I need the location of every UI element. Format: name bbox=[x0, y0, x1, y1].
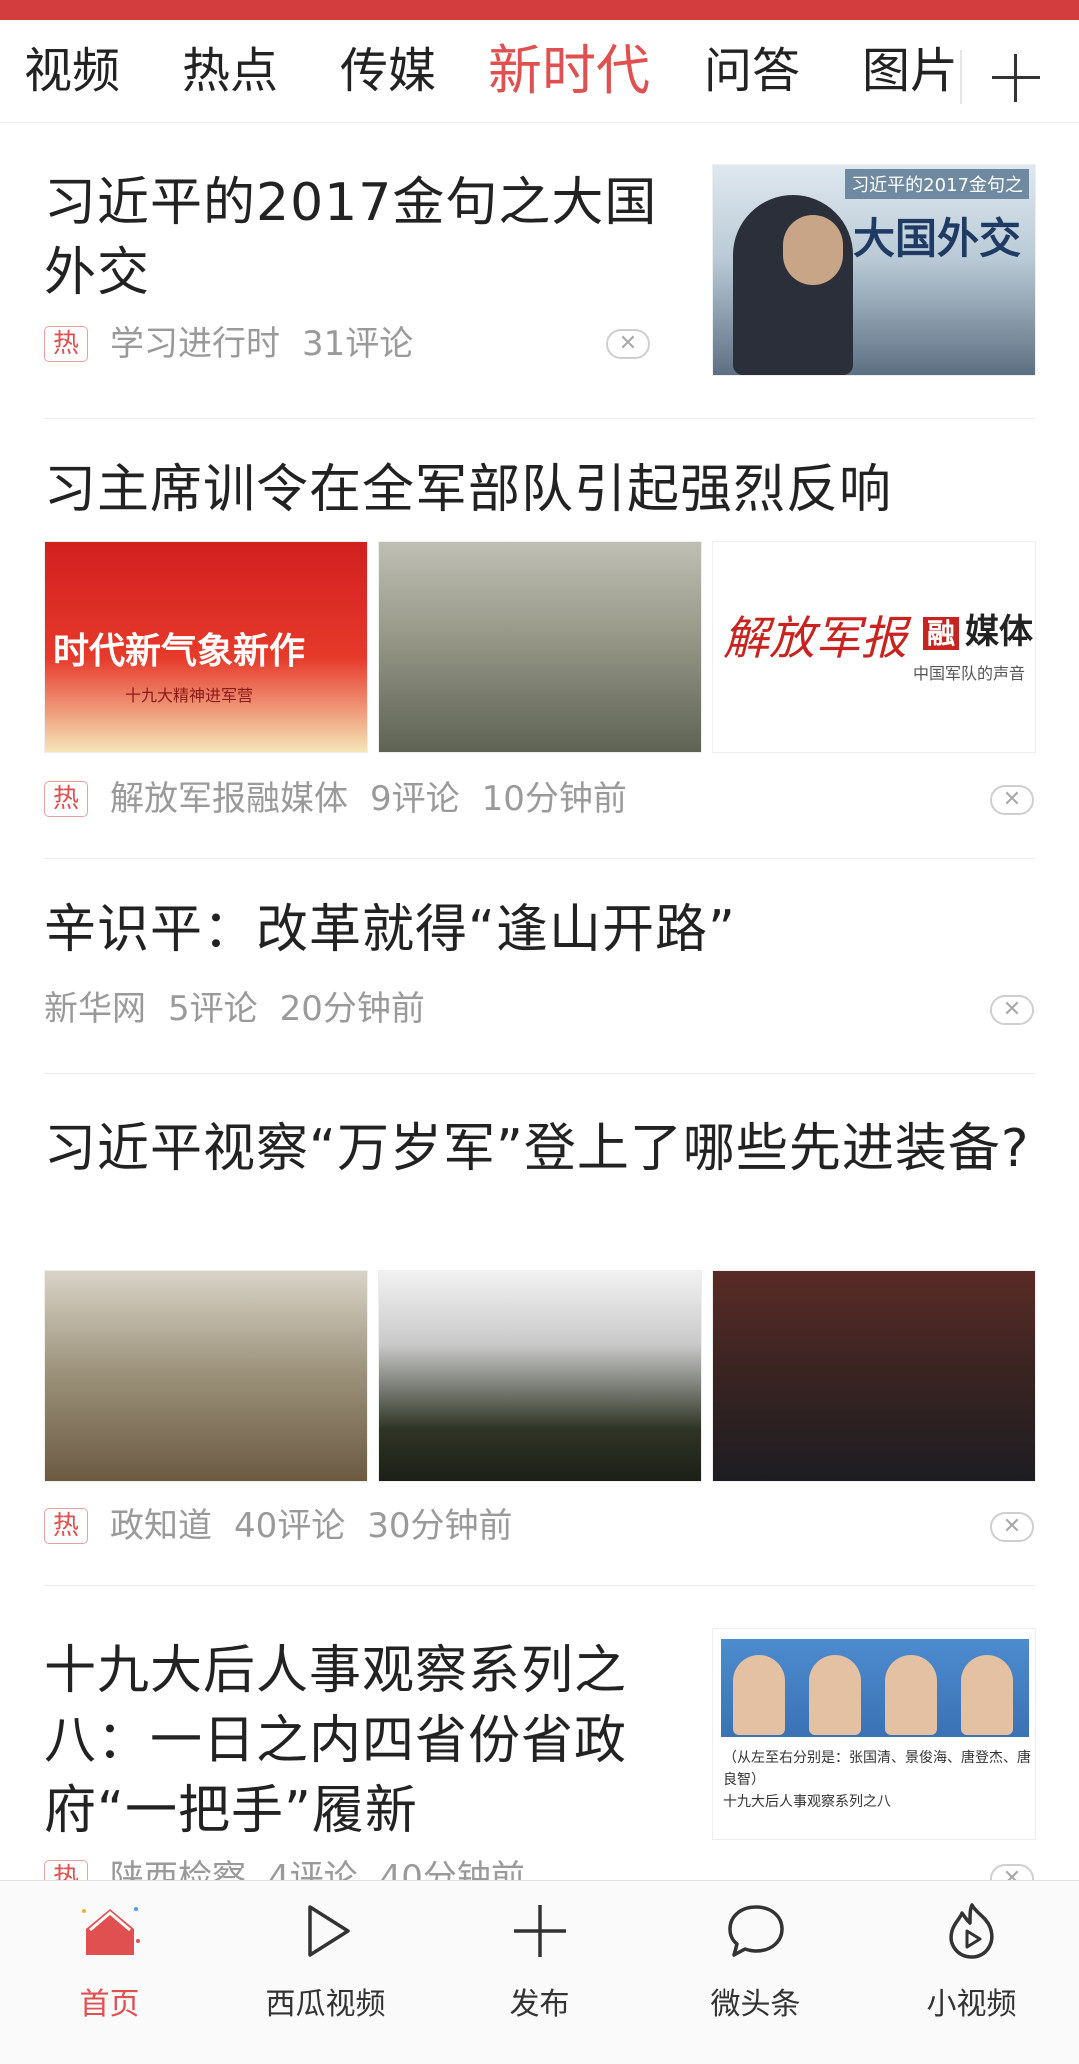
article-title[interactable]: 辛识平：改革就得“逢山开路” bbox=[44, 895, 1034, 965]
article-meta: 热政知道 40评论 30分钟前 bbox=[44, 1506, 535, 1546]
article-source: 陕西检察 bbox=[110, 1858, 246, 1880]
tab-fade-overlay bbox=[949, 20, 989, 122]
article-title[interactable]: 习主席训令在全军部队引起强烈反响 bbox=[44, 455, 1034, 525]
add-channel-plus-icon[interactable] bbox=[986, 48, 1046, 108]
article-thumbnail[interactable]: 解放军报 融媒体 中国军队的声音 bbox=[712, 541, 1036, 753]
article-comments: 9评论 bbox=[370, 779, 460, 819]
face-shape bbox=[783, 215, 843, 285]
thumbnail-subtext: 十九大精神进军营 bbox=[125, 686, 254, 705]
article-source: 学习进行时 bbox=[110, 324, 280, 364]
article-thumbnail[interactable]: （从左至右分别是：张国清、景俊海、唐登杰、唐良智） 十九大后人事观察系列之八 bbox=[712, 1628, 1036, 1840]
article-title[interactable]: 习近平视察“万岁军”登上了哪些先进装备? bbox=[44, 1114, 1034, 1184]
flame-play-icon bbox=[949, 1903, 994, 1959]
article-source: 政知道 bbox=[110, 1506, 212, 1546]
portrait-row bbox=[721, 1639, 1029, 1737]
article-comments: 5评论 bbox=[168, 989, 258, 1029]
article-thumbnail[interactable]: 时代新气象新作 十九大精神进军营 bbox=[44, 541, 368, 753]
portrait bbox=[809, 1655, 861, 1735]
thumbnail-calligraphy: 解放军报 bbox=[723, 611, 907, 665]
status-bar-strip bbox=[0, 0, 1079, 20]
chat-bubble-icon bbox=[728, 1905, 784, 1957]
hot-badge: 热 bbox=[44, 325, 88, 362]
article-item[interactable]: 辛识平：改革就得“逢山开路” 新华网 5评论 20分钟前 ✕ bbox=[0, 859, 1079, 1074]
dismiss-close-icon[interactable]: ✕ bbox=[990, 785, 1034, 815]
portrait bbox=[733, 1655, 785, 1735]
bottom-navigation-bar: 首页 西瓜视频 发布 微头条 小视频 bbox=[0, 1880, 1079, 2064]
article-time: 30分钟前 bbox=[367, 1506, 513, 1546]
plus-icon bbox=[514, 1905, 566, 1957]
tab-qa[interactable]: 问答 bbox=[704, 20, 800, 122]
portrait bbox=[961, 1655, 1013, 1735]
article-source: 解放军报融媒体 bbox=[110, 779, 348, 819]
nav-short-video[interactable]: 小视频 bbox=[864, 1881, 1079, 2064]
article-meta: 新华网 5评论 20分钟前 bbox=[44, 989, 447, 1029]
hot-badge: 热 bbox=[44, 1859, 88, 1880]
article-item[interactable]: 习近平的2017金句之大国外交 热学习进行时 31评论 ✕ 大国外交 习近平的20… bbox=[0, 122, 1079, 419]
article-item[interactable]: 习主席训令在全军部队引起强烈反响 时代新气象新作 十九大精神进军营 解放军报 融… bbox=[0, 419, 1079, 859]
dismiss-close-icon[interactable]: ✕ bbox=[990, 1864, 1034, 1880]
article-comments: 40评论 bbox=[234, 1506, 346, 1546]
speaker-figure bbox=[733, 195, 853, 375]
play-icon bbox=[308, 1905, 350, 1957]
tab-new-era[interactable]: 新时代 bbox=[488, 20, 650, 122]
article-thumbnail[interactable] bbox=[378, 541, 702, 753]
nav-xigua-video[interactable]: 西瓜视频 bbox=[218, 1881, 433, 2064]
article-comments: 31评论 bbox=[302, 324, 414, 364]
article-item[interactable]: 十九大后人事观察系列之八：一日之内四省份省政府“一把手”履新 （从左至右分别是：… bbox=[0, 1586, 1079, 1880]
thumbnail-caption: （从左至右分别是：张国清、景俊海、唐登杰、唐良智） 十九大后人事观察系列之八 bbox=[723, 1747, 1033, 1813]
tab-media[interactable]: 传媒 bbox=[340, 20, 436, 122]
dismiss-close-icon[interactable]: ✕ bbox=[990, 1512, 1034, 1542]
article-meta: 热解放军报融媒体 9评论 10分钟前 bbox=[44, 779, 649, 819]
nav-publish[interactable]: 发布 bbox=[432, 1881, 647, 2064]
tab-pictures[interactable]: 图片 bbox=[862, 20, 958, 122]
article-meta: 热 陕西检察 4评论 40分钟前 bbox=[44, 1858, 547, 1880]
caption-line: （从左至右分别是：张国清、景俊海、唐登杰、唐良智） bbox=[723, 1750, 1031, 1788]
article-time: 10分钟前 bbox=[481, 779, 627, 819]
dismiss-close-icon[interactable]: ✕ bbox=[606, 329, 650, 359]
nav-home-label: 首页 bbox=[79, 1987, 140, 2022]
article-thumbnail[interactable] bbox=[378, 1270, 702, 1482]
article-comments: 4评论 bbox=[268, 1858, 358, 1880]
nav-home[interactable]: 首页 bbox=[2, 1881, 217, 2064]
portrait bbox=[885, 1655, 937, 1735]
article-thumbnail[interactable] bbox=[712, 1270, 1036, 1482]
hot-badge: 热 bbox=[44, 780, 88, 817]
thumbnail-text: 大国外交 bbox=[853, 214, 1022, 263]
thumbnail-slogan: 中国军队的声音 bbox=[913, 664, 1026, 683]
nav-short-video-label: 小视频 bbox=[926, 1987, 1017, 2022]
article-thumbnail[interactable] bbox=[44, 1270, 368, 1482]
nav-xigua-video-label: 西瓜视频 bbox=[265, 1987, 386, 2022]
thumbnail-badge: 习近平的2017金句之 bbox=[845, 169, 1029, 199]
caption-line-2: 十九大后人事观察系列之八 bbox=[723, 1794, 891, 1810]
article-time: 40分钟前 bbox=[379, 1858, 525, 1880]
thumbnail-media-title: 融媒体 bbox=[923, 604, 1033, 653]
article-thumbnail[interactable]: 大国外交 习近平的2017金句之 bbox=[712, 164, 1036, 376]
tab-video[interactable]: 视频 bbox=[24, 20, 120, 122]
hot-badge: 热 bbox=[44, 1507, 88, 1544]
category-tab-bar: 视频 热点 传媒 新时代 问答 图片 bbox=[0, 20, 1079, 123]
nav-weitoutiao-label: 微头条 bbox=[710, 1987, 801, 2022]
article-item[interactable]: 习近平视察“万岁军”登上了哪些先进装备? 热政知道 40评论 30分钟前 ✕ bbox=[0, 1074, 1079, 1586]
nav-publish-label: 发布 bbox=[509, 1987, 570, 2022]
tab-divider bbox=[960, 50, 962, 104]
thumbnail-text: 时代新气象新作 bbox=[53, 630, 306, 672]
article-time: 20分钟前 bbox=[279, 989, 425, 1029]
nav-weitoutiao[interactable]: 微头条 bbox=[648, 1881, 863, 2064]
article-title[interactable]: 习近平的2017金句之大国外交 bbox=[44, 168, 684, 308]
dismiss-close-icon[interactable]: ✕ bbox=[990, 995, 1034, 1025]
home-icon bbox=[82, 1907, 140, 1955]
media-label: 媒体 bbox=[965, 612, 1034, 652]
article-title[interactable]: 十九大后人事观察系列之八：一日之内四省份省政府“一把手”履新 bbox=[44, 1636, 674, 1846]
media-badge: 融 bbox=[923, 617, 960, 650]
article-meta: 热学习进行时 31评论 bbox=[44, 324, 435, 364]
tab-hot[interactable]: 热点 bbox=[182, 20, 278, 122]
article-source: 新华网 bbox=[44, 989, 146, 1029]
